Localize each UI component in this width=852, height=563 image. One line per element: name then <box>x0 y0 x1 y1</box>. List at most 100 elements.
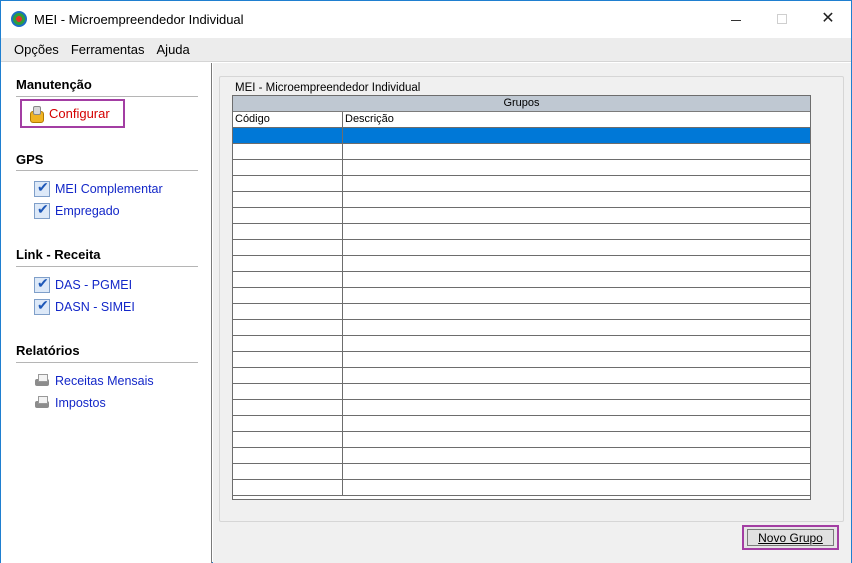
cell-codigo[interactable] <box>233 160 343 175</box>
cell-codigo[interactable] <box>233 416 343 431</box>
cell-codigo[interactable] <box>233 400 343 415</box>
table-row[interactable] <box>233 416 810 432</box>
cell-descricao[interactable] <box>343 208 810 223</box>
table-row[interactable] <box>233 480 810 496</box>
cell-descricao[interactable] <box>343 224 810 239</box>
cell-codigo[interactable] <box>233 448 343 463</box>
check-icon <box>34 297 50 315</box>
table-row[interactable] <box>233 368 810 384</box>
sidebar-item-label: Receitas Mensais <box>55 374 154 388</box>
minimize-button[interactable] <box>713 1 759 37</box>
cell-codigo[interactable] <box>233 272 343 287</box>
check-icon <box>34 179 50 197</box>
cell-descricao[interactable] <box>343 368 810 383</box>
table-row[interactable] <box>233 320 810 336</box>
cell-codigo[interactable] <box>233 480 343 495</box>
cell-descricao[interactable] <box>343 336 810 351</box>
menu-bar: Opções Ferramentas Ajuda <box>1 38 851 62</box>
cell-descricao[interactable] <box>343 272 810 287</box>
groups-grid[interactable]: Grupos Código Descrição <box>232 95 811 500</box>
cell-descricao[interactable] <box>343 448 810 463</box>
cell-codigo[interactable] <box>233 224 343 239</box>
table-row[interactable] <box>233 272 810 288</box>
column-header-codigo[interactable]: Código <box>233 112 343 127</box>
sidebar-item-configurar[interactable]: Configurar <box>20 99 125 128</box>
cell-codigo[interactable] <box>233 192 343 207</box>
new-group-button[interactable]: Novo Grupo <box>742 525 839 550</box>
table-row[interactable] <box>233 288 810 304</box>
sidebar-item-dasn-simei[interactable]: DASN - SIMEI <box>34 297 135 315</box>
cell-descricao[interactable] <box>343 480 810 495</box>
menu-ferramentas[interactable]: Ferramentas <box>71 42 145 57</box>
table-row[interactable] <box>233 144 810 160</box>
sidebar-item-label: Empregado <box>55 204 120 218</box>
section-divider <box>16 170 198 171</box>
table-row[interactable] <box>233 160 810 176</box>
cell-descricao[interactable] <box>343 160 810 175</box>
cell-descricao[interactable] <box>343 352 810 367</box>
cell-codigo[interactable] <box>233 240 343 255</box>
cell-codigo[interactable] <box>233 352 343 367</box>
table-row[interactable] <box>233 336 810 352</box>
table-row[interactable] <box>233 448 810 464</box>
new-group-button-face: Novo Grupo <box>747 529 834 546</box>
table-row[interactable] <box>233 128 810 144</box>
cell-codigo[interactable] <box>233 320 343 335</box>
table-row[interactable] <box>233 352 810 368</box>
table-row[interactable] <box>233 400 810 416</box>
sidebar-item-das-pgmei[interactable]: DAS - PGMEI <box>34 275 132 293</box>
table-row[interactable] <box>233 304 810 320</box>
cell-codigo[interactable] <box>233 384 343 399</box>
new-group-button-label: Novo Grupo <box>758 530 823 545</box>
check-icon <box>34 275 50 293</box>
cell-codigo[interactable] <box>233 208 343 223</box>
cell-descricao[interactable] <box>343 384 810 399</box>
cell-descricao[interactable] <box>343 464 810 479</box>
cell-codigo[interactable] <box>233 336 343 351</box>
sidebar-item-receitas-mensais[interactable]: Receitas Mensais <box>34 373 154 389</box>
cell-descricao[interactable] <box>343 240 810 255</box>
cell-descricao[interactable] <box>343 432 810 447</box>
menu-ajuda[interactable]: Ajuda <box>157 42 190 57</box>
cell-codigo[interactable] <box>233 176 343 191</box>
cell-descricao[interactable] <box>343 288 810 303</box>
app-logo-icon <box>11 11 27 27</box>
table-row[interactable] <box>233 224 810 240</box>
table-row[interactable] <box>233 464 810 480</box>
sidebar-item-mei-complementar[interactable]: MEI Complementar <box>34 179 163 197</box>
sidebar-item-label: Configurar <box>49 106 110 121</box>
cell-descricao[interactable] <box>343 128 810 143</box>
cell-codigo[interactable] <box>233 288 343 303</box>
cell-descricao[interactable] <box>343 320 810 335</box>
close-button[interactable]: ✕ <box>805 1 851 37</box>
cell-descricao[interactable] <box>343 144 810 159</box>
cell-codigo[interactable] <box>233 304 343 319</box>
sidebar-item-impostos[interactable]: Impostos <box>34 395 106 411</box>
cell-codigo[interactable] <box>233 432 343 447</box>
table-row[interactable] <box>233 384 810 400</box>
menu-opcoes[interactable]: Opções <box>14 42 59 57</box>
table-row[interactable] <box>233 240 810 256</box>
cell-codigo[interactable] <box>233 256 343 271</box>
table-row[interactable] <box>233 208 810 224</box>
table-row[interactable] <box>233 192 810 208</box>
maximize-button[interactable] <box>759 1 805 37</box>
cell-descricao[interactable] <box>343 416 810 431</box>
sidebar-item-empregado[interactable]: Empregado <box>34 201 120 219</box>
cell-codigo[interactable] <box>233 368 343 383</box>
table-row[interactable] <box>233 176 810 192</box>
table-row[interactable] <box>233 256 810 272</box>
cell-descricao[interactable] <box>343 304 810 319</box>
column-header-descricao[interactable]: Descrição <box>343 112 810 127</box>
cell-descricao[interactable] <box>343 256 810 271</box>
main-content: MEI - Microempreendedor Individual Grupo… <box>213 63 851 563</box>
cell-descricao[interactable] <box>343 176 810 191</box>
close-icon: ✕ <box>821 10 835 27</box>
cell-descricao[interactable] <box>343 400 810 415</box>
printer-icon <box>34 373 50 389</box>
cell-codigo[interactable] <box>233 144 343 159</box>
cell-codigo[interactable] <box>233 464 343 479</box>
cell-codigo[interactable] <box>233 128 343 143</box>
table-row[interactable] <box>233 432 810 448</box>
cell-descricao[interactable] <box>343 192 810 207</box>
